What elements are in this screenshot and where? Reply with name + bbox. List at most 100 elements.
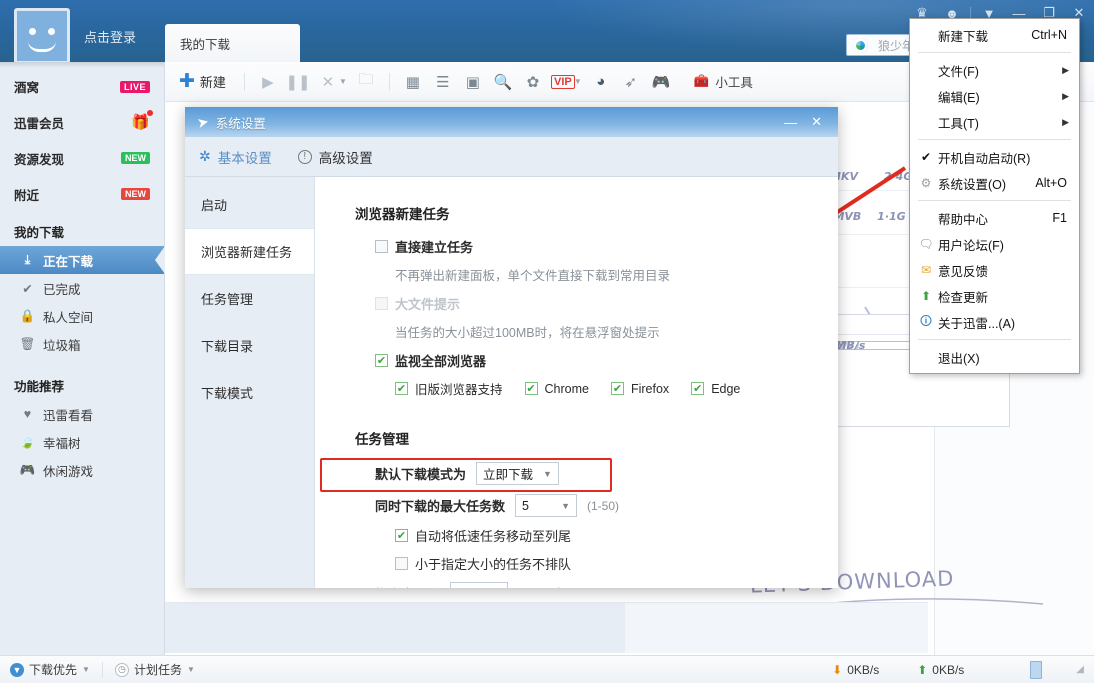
tray-panel-icon[interactable] [1030,661,1042,679]
notification-dot [147,110,153,116]
sidebar-item-tree[interactable]: 🍃 幸福树 [0,428,164,456]
sidebar-item-discover[interactable]: 资源发现 NEW [0,140,164,176]
menu-item-edit[interactable]: 编辑(E) ▶ [910,83,1079,109]
tab-my-downloads[interactable]: 我的下载 [165,24,300,62]
option-direct-task[interactable]: 直接建立任务 [375,237,838,256]
nav-item-startup[interactable]: 启动 [185,181,314,228]
option-no-queue-small[interactable]: 小于指定大小的任务不排队 [395,554,838,573]
dialog-title: 系统设置 [216,113,266,132]
dialog-minimize-button[interactable]: — [784,115,797,130]
pause-icon[interactable]: ❚❚ [283,67,313,97]
option-monitor-all[interactable]: ✔ 监视全部浏览器 [375,351,838,370]
sidebar-item-downloading[interactable]: ⤓ 正在下载 [0,246,164,274]
checkbox-edge[interactable]: ✔ [691,382,704,395]
checkbox-auto-move-slow[interactable]: ✔ [395,529,408,542]
sidebar-item-vip[interactable]: 迅雷会员 🎁 [0,104,164,140]
rocket-icon[interactable]: ➶ [616,67,646,97]
menu-item-user-forum[interactable]: 🗨 用户论坛(F) [910,231,1079,257]
nav-item-browser-task[interactable]: 浏览器新建任务 [185,228,314,275]
option-edge[interactable]: ✔ Edge [691,382,740,396]
option-firefox[interactable]: ✔ Firefox [611,382,669,396]
sidebar-item-label: 正在下载 [43,251,93,270]
shield-icon[interactable]: ◕ [586,67,616,97]
nav-item-download-dir[interactable]: 下载目录 [185,322,314,369]
tab-advanced-settings[interactable]: ! 高级设置 [298,147,373,167]
caret-down-icon[interactable]: ▼ [339,77,347,86]
menu-item-help-center[interactable]: 帮助中心 F1 [910,205,1079,231]
sidebar-item-label: 酒窝 [14,77,39,96]
sidebar-item-jiuwo[interactable]: 酒窝 LIVE [0,68,164,104]
select-max-tasks[interactable]: 5 ▼ [515,494,577,517]
grid-view-icon[interactable]: ▦ [398,67,428,97]
new-task-button[interactable]: ✚ 新建 [177,72,236,91]
list-view-icon[interactable]: ☰ [428,67,458,97]
gamepad-icon: 🎮 [20,463,35,478]
option-chrome[interactable]: ✔ Chrome [525,382,589,396]
checkbox-big-file [375,297,388,310]
download-priority-button[interactable]: ▼ 下载优先 ▼ [10,661,90,678]
nav-item-download-mode[interactable]: 下载模式 [185,369,314,416]
submenu-arrow-icon: ▶ [1062,65,1069,76]
sidebar-item-label: 垃圾箱 [43,335,81,354]
option-label: 自动将低速任务移动至列尾 [415,526,571,545]
sidebar-item-nearby[interactable]: 附近 NEW [0,176,164,212]
menu-item-check-update[interactable]: ⬆ 检查更新 [910,283,1079,309]
menu-item-system-settings[interactable]: ⚙ 系统设置(O) Alt+O [910,170,1079,196]
nav-item-label: 下载目录 [201,336,253,355]
resize-grip[interactable]: ◢ [1076,664,1084,675]
checkbox-chrome[interactable]: ✔ [525,382,538,395]
option-big-file-desc: 当任务的大小超过100MB时，将在悬浮窗处提示 [395,322,838,341]
gear-icon: ✲ [199,148,211,165]
nav-item-task-management[interactable]: 任务管理 [185,275,314,322]
field-max-tasks: 同时下载的最大任务数 5 ▼ (1-50) [375,494,838,517]
update-icon: ⬆ [918,288,934,304]
menu-item-about[interactable]: 🛈 关于迅雷...(A) [910,309,1079,335]
menu-item-label: 意见反馈 [938,261,988,280]
schedule-task-button[interactable]: ◷ 计划任务 ▼ [115,661,195,678]
sidebar-item-trash[interactable]: 🗑 垃圾箱 [0,330,164,358]
sidebar-item-private[interactable]: 🔒 私人空间 [0,302,164,330]
menu-item-new-download[interactable]: 新建下载 Ctrl+N [910,22,1079,48]
section-title-browser: 浏览器新建任务 [355,203,838,223]
checkbox-legacy-browser[interactable]: ✔ [395,382,408,395]
checkbox-direct-task[interactable] [375,240,388,253]
menu-separator [918,200,1071,201]
size-unit-label: MB以内 [520,584,566,588]
dialog-close-button[interactable]: ✕ [811,114,822,130]
login-area[interactable]: 点击登录 [14,8,136,62]
sidebar-item-label: 已完成 [43,279,81,298]
sidebar-item-label: 迅雷会员 [14,113,64,132]
login-label[interactable]: 点击登录 [84,27,136,46]
option-legacy-browser[interactable]: ✔ 旧版浏览器支持 [395,379,503,398]
mini-tools-button[interactable]: 🧰 小工具 [694,72,753,91]
select-value: 30 [457,587,471,589]
checkbox-no-queue-small[interactable] [395,557,408,570]
dialog-titlebar[interactable]: ➤ 系统设置 — ✕ [185,107,838,137]
menu-item-autostart[interactable]: ✔ 开机自动启动(R) [910,144,1079,170]
menu-item-feedback[interactable]: ✉ 意见反馈 [910,257,1079,283]
avatar[interactable] [14,8,70,62]
play-icon[interactable]: ▶ [253,67,283,97]
caret-down-icon-2[interactable]: ▼ [574,77,582,86]
menu-item-exit[interactable]: 退出(X) [910,344,1079,370]
tab-basic-settings[interactable]: ✲ 基本设置 [199,147,272,167]
sidebar-item-games[interactable]: 🎮 休闲游戏 [0,456,164,484]
gear-icon[interactable]: ✿ [518,67,548,97]
checkbox-firefox[interactable]: ✔ [611,382,624,395]
status-bar: ▼ 下载优先 ▼ ◷ 计划任务 ▼ ⬇ 0KB/s ⬆ 0KB/s ◢ [0,655,1094,683]
plus-icon: ✚ [179,72,195,91]
menu-item-tools[interactable]: 工具(T) ▶ [910,109,1079,135]
sidebar-item-completed[interactable]: ✔ 已完成 [0,274,164,302]
sidebar-item-kankan[interactable]: ♥ 迅雷看看 [0,400,164,428]
select-default-mode[interactable]: 立即下载 ▼ [476,462,559,485]
search-icon[interactable]: 🔍 [488,67,518,97]
sketch-size: 1·1G [877,210,906,223]
menu-item-file[interactable]: 文件(F) ▶ [910,57,1079,83]
single-view-icon[interactable]: ▣ [458,67,488,97]
field-label: 默认下载模式为 [375,464,466,483]
checkbox-monitor-all[interactable]: ✔ [375,354,388,367]
select-size-limit[interactable]: 30 ▼ [450,582,508,588]
folder-icon[interactable]: 🗀 [351,67,381,97]
option-auto-move-slow[interactable]: ✔ 自动将低速任务移动至列尾 [395,526,838,545]
gamepad-icon[interactable]: 🎮 [646,67,676,97]
